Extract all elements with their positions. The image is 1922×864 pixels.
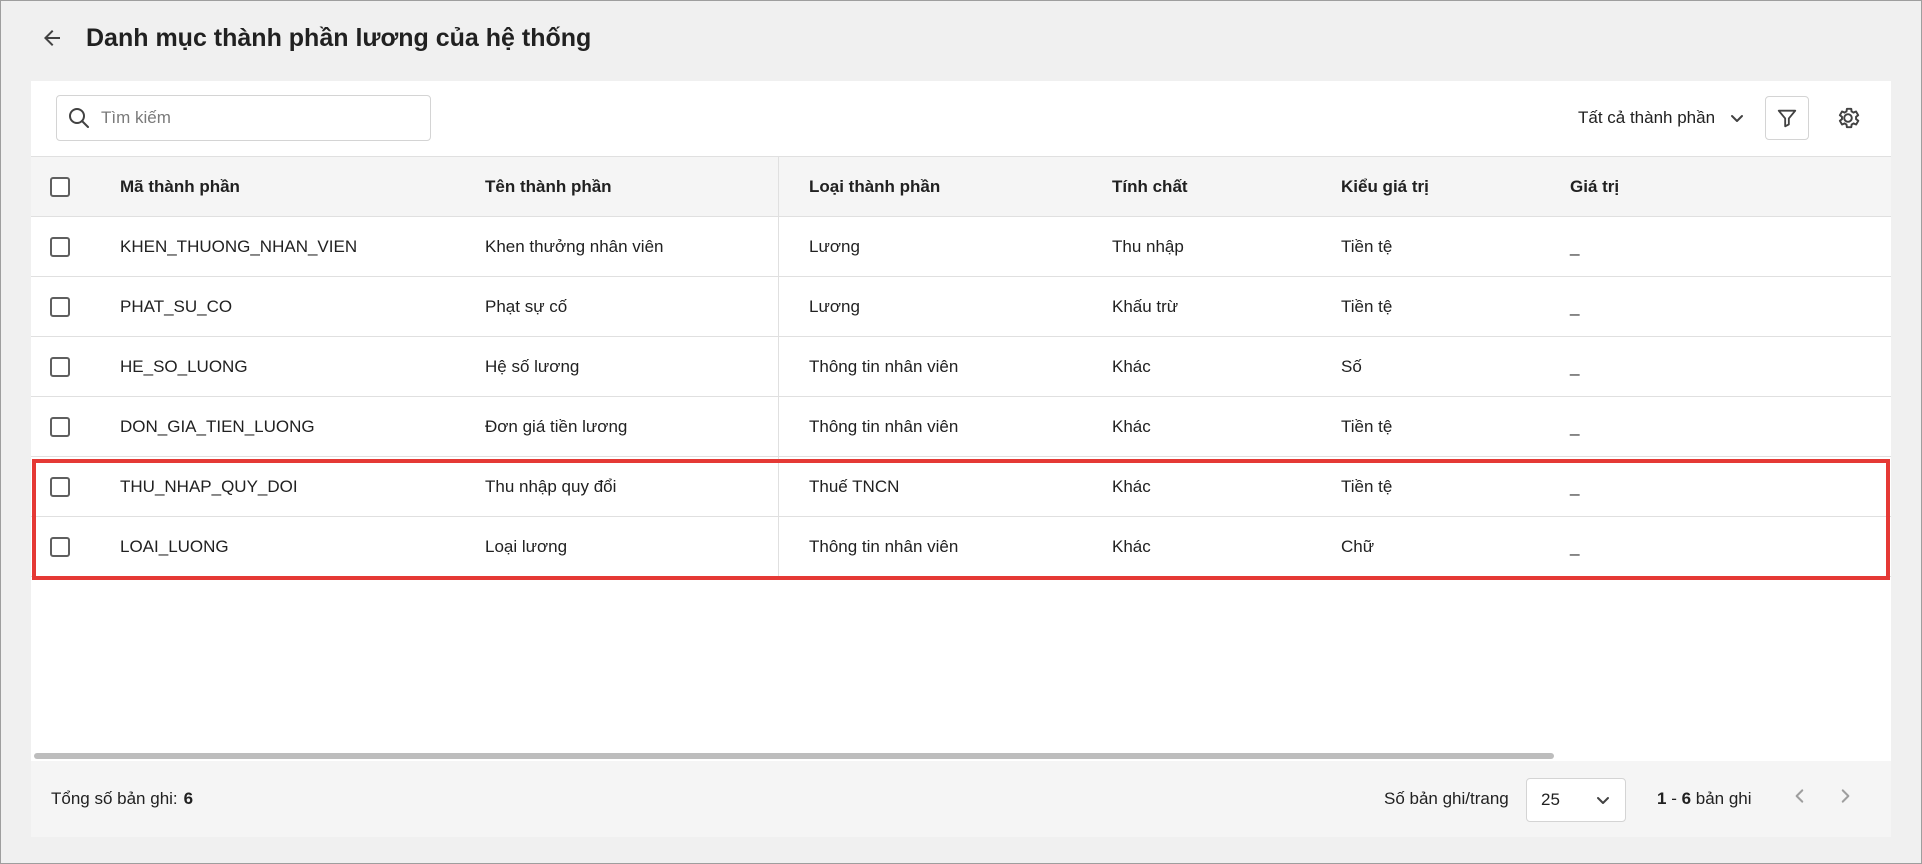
table-row[interactable]: KHEN_THUONG_NHAN_VIEN Khen thưởng nhân v… xyxy=(31,217,1891,277)
column-header-value[interactable]: Giá trị xyxy=(1570,157,1619,216)
cell-value-type: Tiền tệ xyxy=(1341,236,1393,256)
row-checkbox[interactable] xyxy=(50,236,70,257)
table-row[interactable]: THU_NHAP_QUY_DOI Thu nhập quy đổi Thuế T… xyxy=(31,457,1891,517)
column-divider xyxy=(778,277,779,336)
cell-name: Đơn giá tiền lương xyxy=(485,416,628,436)
cell-code: THU_NHAP_QUY_DOI xyxy=(120,476,298,496)
total-value: 6 xyxy=(183,789,194,808)
cell-value: _ xyxy=(1570,536,1580,556)
gear-icon xyxy=(1838,107,1860,129)
column-divider xyxy=(778,517,779,576)
cell-value-type: Tiền tệ xyxy=(1341,476,1393,496)
cell-property: Khác xyxy=(1112,536,1151,556)
prev-page-button[interactable] xyxy=(1791,787,1809,810)
cell-property: Khác xyxy=(1112,416,1151,436)
cell-value: _ xyxy=(1570,416,1580,436)
chevron-right-icon xyxy=(1841,789,1850,803)
column-header-property[interactable]: Tính chất xyxy=(1112,157,1188,216)
column-divider xyxy=(778,157,779,216)
cell-value-type: Chữ xyxy=(1341,536,1375,556)
total-label: Tổng số bản ghi: xyxy=(51,789,178,808)
search-box[interactable] xyxy=(56,95,431,141)
cell-code: DON_GIA_TIEN_LUONG xyxy=(120,416,315,436)
column-header-type[interactable]: Loại thành phần xyxy=(809,157,940,216)
column-divider xyxy=(778,457,779,516)
column-divider xyxy=(778,217,779,276)
cell-property: Khác xyxy=(1112,356,1151,376)
cell-property: Khấu trừ xyxy=(1112,296,1179,316)
cell-value: _ xyxy=(1570,296,1580,316)
cell-value: _ xyxy=(1570,236,1580,256)
main-card: Tất cả thành phần Mã thành phần Tên thàn… xyxy=(31,81,1891,837)
range-separator: - xyxy=(1666,789,1682,808)
back-arrow-icon xyxy=(44,30,60,46)
cell-name: Loại lương xyxy=(485,536,568,556)
chevron-down-icon xyxy=(1597,797,1609,804)
settings-button[interactable] xyxy=(1831,101,1865,135)
cell-type: Thông tin nhân viên xyxy=(809,536,959,556)
cell-name: Khen thưởng nhân viên xyxy=(485,236,664,256)
cell-type: Thông tin nhân viên xyxy=(809,356,959,376)
back-button[interactable] xyxy=(30,18,74,58)
cell-property: Khác xyxy=(1112,476,1151,496)
cell-code: KHEN_THUONG_NHAN_VIEN xyxy=(120,236,358,256)
filter-icon xyxy=(1777,109,1797,128)
cell-value-type: Số xyxy=(1341,356,1362,376)
cell-type: Thuế TNCN xyxy=(809,476,900,496)
cell-value: _ xyxy=(1570,476,1580,496)
search-icon xyxy=(69,108,89,128)
cell-name: Thu nhập quy đổi xyxy=(485,476,617,496)
cell-value: _ xyxy=(1570,356,1580,376)
cell-value-type: Tiền tệ xyxy=(1341,416,1393,436)
cell-name: Phạt sự cố xyxy=(485,296,568,316)
salary-components-table: Mã thành phần Tên thành phần Loại thành … xyxy=(31,156,1891,577)
search-input[interactable] xyxy=(101,108,401,128)
per-page-select[interactable]: 25 xyxy=(1526,778,1626,822)
cell-type: Lương xyxy=(809,236,860,256)
cell-name: Hệ số lương xyxy=(485,356,580,376)
toolbar: Tất cả thành phần xyxy=(31,81,1891,156)
total-records: Tổng số bản ghi: 6 xyxy=(51,789,193,809)
column-header-value-type[interactable]: Kiểu giá trị xyxy=(1341,157,1429,216)
cell-code: LOAI_LUONG xyxy=(120,536,229,556)
record-range: 1 - 6 bản ghi xyxy=(1657,789,1752,809)
select-all-checkbox[interactable] xyxy=(50,176,70,197)
row-checkbox[interactable] xyxy=(50,416,70,437)
cell-code: HE_SO_LUONG xyxy=(120,356,248,376)
table-row[interactable]: PHAT_SU_CO Phạt sự cố Lương Khấu trừ Tiề… xyxy=(31,277,1891,337)
per-page-value: 25 xyxy=(1541,790,1560,809)
component-filter-value: Tất cả thành phần xyxy=(1578,108,1716,127)
table-row[interactable]: LOAI_LUONG Loại lương Thông tin nhân viê… xyxy=(31,517,1891,577)
table-row[interactable]: DON_GIA_TIEN_LUONG Đơn giá tiền lương Th… xyxy=(31,397,1891,457)
next-page-button[interactable] xyxy=(1836,787,1854,810)
cell-code: PHAT_SU_CO xyxy=(120,296,233,316)
range-suffix: bản ghi xyxy=(1691,789,1752,808)
column-divider xyxy=(778,337,779,396)
page-title: Danh mục thành phần lương của hệ thống xyxy=(86,23,592,52)
component-filter-dropdown[interactable]: Tất cả thành phần xyxy=(1578,101,1745,135)
column-header-name[interactable]: Tên thành phần xyxy=(485,157,612,216)
table-header: Mã thành phần Tên thành phần Loại thành … xyxy=(31,156,1891,217)
cell-type: Lương xyxy=(809,296,860,316)
chevron-down-icon xyxy=(1731,115,1744,122)
column-divider xyxy=(778,397,779,456)
row-checkbox[interactable] xyxy=(50,296,70,317)
pagination-footer: Tổng số bản ghi: 6 Số bản ghi/trang 25 1 … xyxy=(31,761,1891,837)
row-checkbox[interactable] xyxy=(50,356,70,377)
page-header: Danh mục thành phần lương của hệ thống xyxy=(30,18,591,58)
horizontal-scrollbar[interactable] xyxy=(34,753,1554,759)
row-checkbox[interactable] xyxy=(50,536,70,557)
row-checkbox[interactable] xyxy=(50,476,70,497)
cell-type: Thông tin nhân viên xyxy=(809,416,959,436)
table-row[interactable]: HE_SO_LUONG Hệ số lương Thông tin nhân v… xyxy=(31,337,1891,397)
cell-property: Thu nhập xyxy=(1112,236,1184,256)
per-page-label: Số bản ghi/trang xyxy=(1384,789,1509,808)
chevron-left-icon xyxy=(1795,789,1804,803)
range-end: 6 xyxy=(1681,789,1692,808)
cell-value-type: Tiền tệ xyxy=(1341,296,1393,316)
column-header-code[interactable]: Mã thành phần xyxy=(120,157,240,216)
filter-button[interactable] xyxy=(1765,96,1809,140)
